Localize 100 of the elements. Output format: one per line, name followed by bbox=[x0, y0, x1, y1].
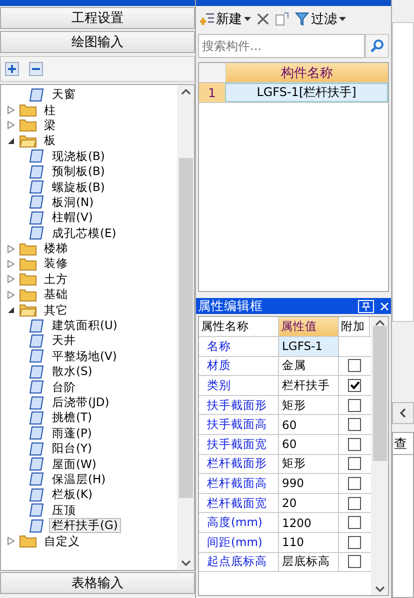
checkbox[interactable] bbox=[348, 457, 361, 470]
checkbox[interactable] bbox=[348, 516, 361, 530]
tree-folder[interactable]: 土方 bbox=[41, 272, 71, 287]
filter-button[interactable]: 过滤 bbox=[295, 10, 346, 28]
tree-folder[interactable]: 自定义 bbox=[41, 534, 83, 549]
component-icon bbox=[29, 380, 45, 394]
close-icon bbox=[380, 302, 389, 310]
tree-item[interactable]: 屋面(W) bbox=[49, 456, 100, 472]
expand-arrow-icon[interactable] bbox=[7, 106, 15, 114]
checkbox[interactable] bbox=[348, 359, 361, 372]
component-icon bbox=[29, 318, 45, 333]
column-header[interactable]: 属性值 bbox=[279, 317, 339, 336]
tree-folder[interactable]: 基础 bbox=[41, 287, 71, 302]
checkbox[interactable] bbox=[348, 496, 361, 510]
tree-item[interactable]: 现浇板(B) bbox=[49, 148, 108, 164]
nav-section-button[interactable]: 绘图输入 bbox=[0, 31, 195, 53]
property-value[interactable]: 层底标高 bbox=[279, 552, 339, 572]
delete-icon[interactable] bbox=[257, 13, 269, 25]
tree-item[interactable]: 保温层(H) bbox=[49, 472, 109, 487]
tree-item[interactable]: 板洞(N) bbox=[49, 194, 97, 210]
tree-item[interactable]: 成孔芯模(E) bbox=[49, 226, 120, 241]
component-icon bbox=[29, 488, 45, 502]
tree-item[interactable]: 散水(S) bbox=[49, 364, 96, 380]
collapse-arrow-icon[interactable] bbox=[7, 306, 15, 314]
component-icon bbox=[29, 88, 45, 102]
tree-folder[interactable]: 板 bbox=[41, 133, 59, 148]
tree-item[interactable]: 柱帽(V) bbox=[49, 210, 96, 226]
tree-item[interactable]: 天窗 bbox=[49, 87, 79, 102]
expand-arrow-icon[interactable] bbox=[7, 537, 15, 546]
component-icon bbox=[29, 518, 45, 533]
scroll-up-icon[interactable] bbox=[180, 89, 190, 95]
expand-arrow-icon[interactable] bbox=[7, 260, 15, 268]
column-header[interactable]: 构件名称 bbox=[225, 63, 388, 82]
property-value[interactable]: 栏杆扶手 bbox=[279, 376, 339, 395]
tree-folder[interactable]: 装修 bbox=[41, 256, 71, 272]
tree-item[interactable]: 雨蓬(P) bbox=[49, 426, 95, 441]
tree-item[interactable]: 螺旋板(B) bbox=[49, 180, 108, 195]
expand-all-button[interactable] bbox=[5, 62, 19, 76]
add-icon bbox=[200, 12, 214, 26]
checkbox[interactable] bbox=[348, 378, 361, 392]
close-button[interactable] bbox=[380, 302, 389, 310]
column-header[interactable]: 附加 bbox=[339, 317, 370, 336]
expand-arrow-icon[interactable] bbox=[7, 275, 15, 284]
minus-icon bbox=[32, 65, 40, 73]
property-value[interactable]: 矩形 bbox=[279, 396, 339, 414]
plus-icon bbox=[8, 65, 16, 73]
scrollbar-thumb[interactable] bbox=[372, 326, 386, 461]
checkbox[interactable] bbox=[348, 438, 361, 451]
tree-folder[interactable]: 梁 bbox=[41, 118, 59, 133]
tree-item[interactable]: 压顶 bbox=[49, 502, 79, 518]
tree-folder[interactable]: 柱 bbox=[41, 102, 59, 118]
tree-folder[interactable]: 楼梯 bbox=[41, 241, 71, 256]
tree-folder[interactable]: 其它 bbox=[41, 302, 71, 318]
scroll-up-icon[interactable] bbox=[374, 320, 384, 326]
property-value[interactable]: 矩形 bbox=[279, 454, 339, 474]
checkbox[interactable] bbox=[348, 476, 361, 490]
property-value[interactable]: 金属 bbox=[279, 356, 339, 376]
tree-item[interactable]: 天井 bbox=[49, 333, 79, 348]
copy-icon[interactable] bbox=[275, 12, 289, 26]
table-cell[interactable]: LGFS-1[栏杆扶手] bbox=[225, 83, 388, 102]
scrollbar[interactable] bbox=[371, 317, 388, 595]
scroll-down-icon[interactable] bbox=[374, 586, 384, 592]
component-icon bbox=[29, 442, 45, 456]
checkbox[interactable] bbox=[348, 398, 361, 412]
tree-item[interactable]: 后浇带(JD) bbox=[49, 395, 112, 410]
tree-item[interactable]: 预制板(B) bbox=[49, 164, 108, 180]
scrollbar[interactable] bbox=[177, 85, 194, 570]
new-button[interactable]: 新建 bbox=[200, 10, 251, 28]
tree-item[interactable]: 平整场地(V) bbox=[49, 348, 120, 364]
column-header[interactable]: 属性名称 bbox=[199, 317, 279, 336]
tree-item[interactable]: 建筑面积(U) bbox=[49, 318, 120, 334]
tree-item[interactable]: 栏板(K) bbox=[49, 487, 96, 502]
nav-section-button[interactable]: 工程设置 bbox=[0, 7, 195, 29]
scroll-down-icon[interactable] bbox=[180, 560, 190, 566]
component-icon bbox=[29, 164, 45, 179]
tree-item[interactable]: 挑檐(T) bbox=[49, 410, 95, 426]
component-icon bbox=[29, 410, 45, 425]
collapse-arrow-icon[interactable] bbox=[7, 136, 15, 145]
expand-arrow-icon[interactable] bbox=[7, 290, 15, 299]
collapse-all-button[interactable] bbox=[29, 62, 43, 76]
property-value[interactable]: LGFS-1 bbox=[279, 337, 339, 356]
checkbox[interactable] bbox=[348, 536, 361, 549]
search-button[interactable] bbox=[365, 34, 389, 58]
component-icon bbox=[29, 426, 45, 440]
scroll-left-button[interactable] bbox=[392, 402, 414, 424]
scrollbar-thumb[interactable] bbox=[178, 158, 192, 498]
folder-icon bbox=[19, 534, 37, 548]
open-folder-icon bbox=[19, 303, 37, 318]
checkbox[interactable] bbox=[348, 418, 361, 432]
tree-item[interactable]: 栏杆扶手(G) bbox=[49, 518, 121, 534]
row-number: 1 bbox=[199, 83, 225, 102]
tab[interactable]: 查 bbox=[392, 432, 414, 454]
tree-item[interactable]: 阳台(Y) bbox=[49, 441, 95, 456]
search-field[interactable]: 搜索构件... bbox=[198, 34, 365, 58]
expand-arrow-icon[interactable] bbox=[7, 244, 15, 253]
tree-item[interactable]: 台阶 bbox=[49, 380, 79, 395]
checkbox[interactable] bbox=[348, 555, 361, 568]
expand-arrow-icon[interactable] bbox=[7, 121, 15, 130]
pin-button[interactable] bbox=[358, 300, 374, 312]
nav-section-button[interactable]: 表格输入 bbox=[0, 572, 195, 594]
